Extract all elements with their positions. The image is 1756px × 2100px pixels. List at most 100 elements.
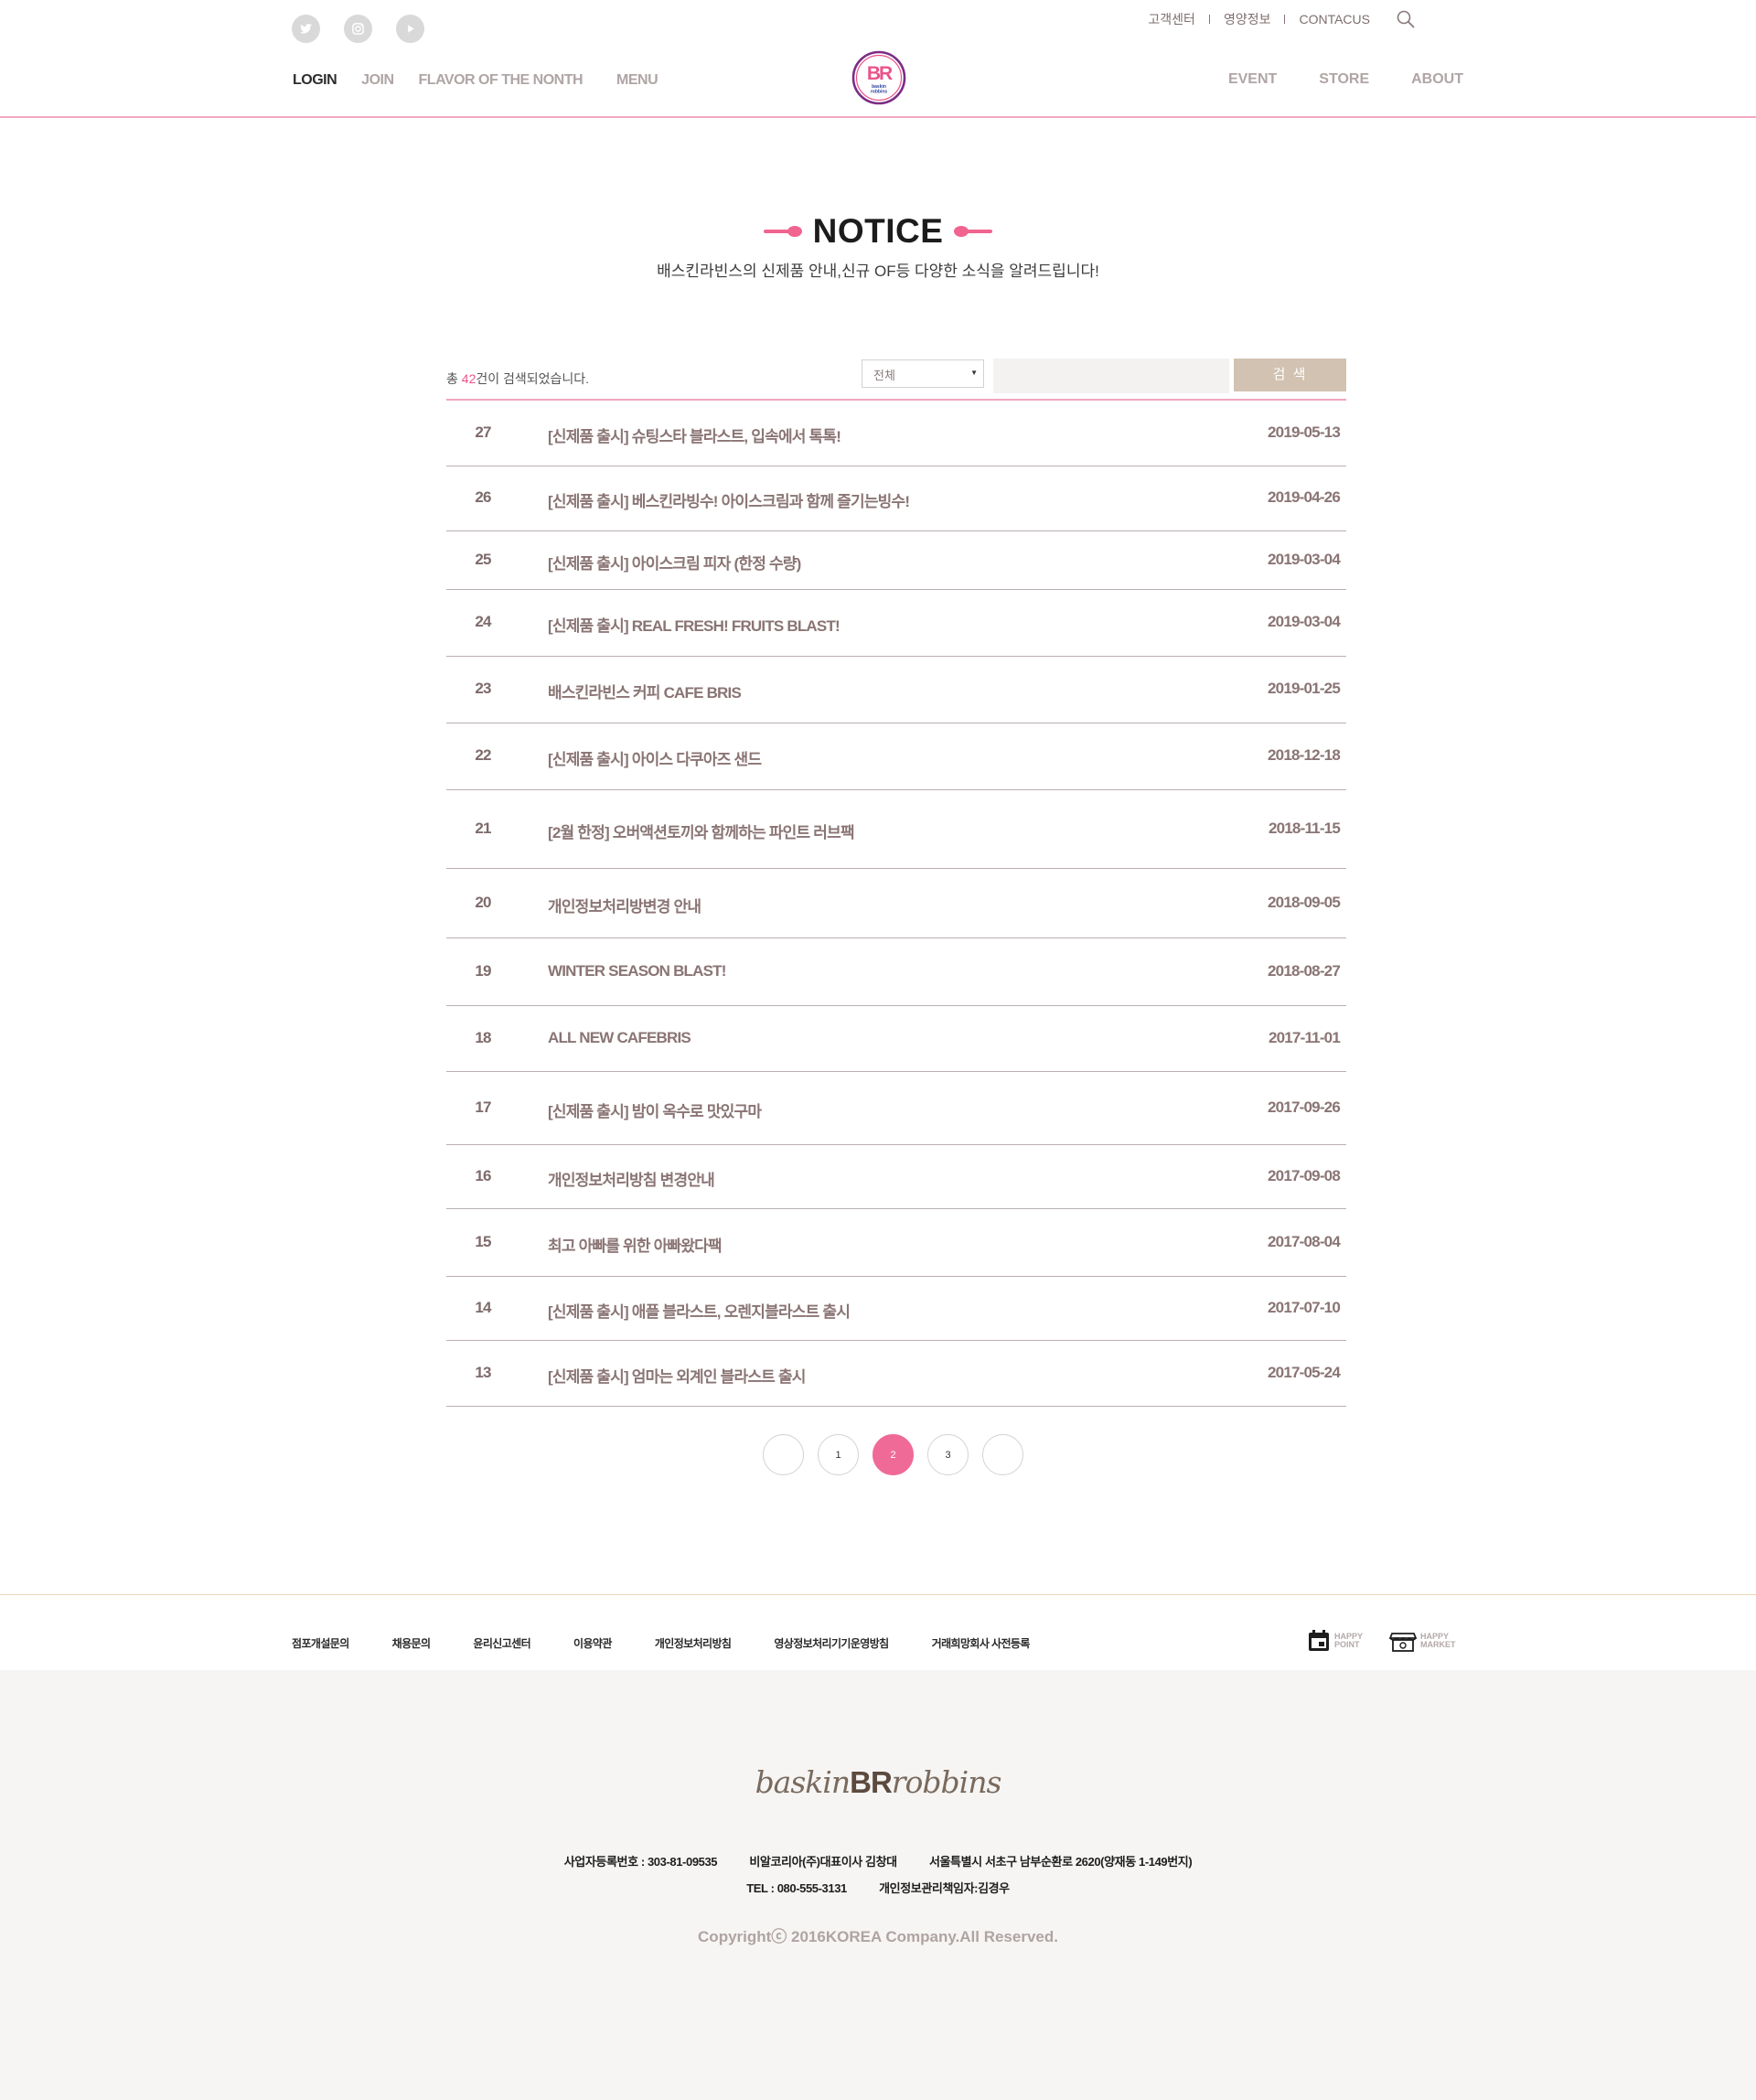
notice-title-link[interactable]: ALL NEW CAFEBRIS	[548, 1029, 691, 1047]
notice-row[interactable]: 22 [신제품 출시] 아이스 다쿠아즈 샌드 2018-12-18	[446, 723, 1346, 790]
notice-date: 2019-03-04	[1268, 551, 1341, 568]
notice-title-link[interactable]: 배스킨라빈스 커피 CAFE BRIS	[548, 680, 742, 702]
notice-number: 19	[475, 962, 491, 980]
notice-row[interactable]: 17 [신제품 출시] 밤이 옥수로 맛있구마 2017-09-26	[446, 1072, 1346, 1145]
notice-number: 20	[475, 894, 491, 911]
svg-text:BR: BR	[867, 63, 893, 84]
footer-link-store-inquiry[interactable]: 점포개설문의	[292, 1635, 349, 1651]
notice-row[interactable]: 20 개인정보처리방변경 안내 2018-09-05	[446, 869, 1346, 938]
notice-date: 2019-03-04	[1268, 613, 1341, 630]
nav-menu[interactable]: MENU	[616, 72, 658, 89]
footer-divider	[0, 1594, 1756, 1595]
social-links	[292, 15, 424, 43]
footer-link-vendor-register[interactable]: 거래희망회사 사전등록	[932, 1635, 1031, 1651]
twitter-icon[interactable]	[292, 15, 320, 43]
page-button-1[interactable]: 1	[818, 1434, 859, 1475]
search-input[interactable]	[993, 359, 1229, 393]
notice-row[interactable]: 18 ALL NEW CAFEBRIS 2017-11-01	[446, 1006, 1346, 1072]
page-title: NOTICE	[812, 212, 944, 250]
notice-date: 2017-09-08	[1268, 1167, 1341, 1184]
page-button-2-current[interactable]: 2	[873, 1434, 914, 1475]
notice-title-link[interactable]: [신제품 출시] 베스킨라빙수! 아이스크림과 함께 즐기는빙수!	[548, 488, 910, 511]
utility-nav: 고객센터 영양정보 CONTACUS	[1148, 9, 1416, 29]
notice-row[interactable]: 14 [신제품 출시] 애플 블라스트, 오렌지블라스트 출시 2017-07-10	[446, 1277, 1346, 1341]
instagram-icon[interactable]	[344, 15, 372, 43]
youtube-play-icon[interactable]	[396, 15, 424, 43]
notice-number: 26	[475, 488, 491, 506]
notice-date: 2018-12-18	[1268, 746, 1341, 764]
nav-join[interactable]: JOIN	[361, 72, 394, 89]
notice-title-link[interactable]: [신제품 출시] 아이스 다쿠아즈 샌드	[548, 746, 762, 769]
notice-row[interactable]: 27 [신제품 출시] 슈팅스타 블라스트, 입속에서 톡톡! 2019-05-13	[446, 401, 1346, 466]
notice-number: 22	[475, 746, 491, 764]
notice-title-link[interactable]: [신제품 출시] 슈팅스타 블라스트, 입속에서 톡톡!	[548, 423, 841, 446]
nav-flavor-of-the-month[interactable]: FLAVOR OF THE NONTH	[419, 72, 584, 89]
footer-logo: baskinBRrobbins	[755, 1764, 1002, 1800]
notice-title-link[interactable]: 최고 아빠를 위한 아빠왔다팩	[548, 1233, 723, 1256]
copyright: Copyrightⓒ 2016KOREA Company.All Reserve…	[698, 1928, 1058, 1945]
notice-title-link[interactable]: [신제품 출시] 엄마는 외계인 블라스트 출시	[548, 1364, 806, 1387]
happy-point-link[interactable]: HAPPY POINT	[1307, 1629, 1363, 1653]
notice-row[interactable]: 19 WINTER SEASON BLAST! 2018-08-27	[446, 938, 1346, 1006]
notice-row[interactable]: 13 [신제품 출시] 엄마는 외계인 블라스트 출시 2017-05-24	[446, 1341, 1346, 1407]
notice-number: 27	[475, 423, 491, 441]
footer-link-cctv-policy[interactable]: 영상정보처리기기운영방침	[774, 1635, 889, 1651]
notice-list: 27 [신제품 출시] 슈팅스타 블라스트, 입속에서 톡톡! 2019-05-13…	[446, 401, 1346, 1407]
footer-link-terms[interactable]: 이용약관	[573, 1635, 612, 1651]
baskin-robbins-logo[interactable]: BR baskin robbins	[851, 50, 906, 105]
notice-row[interactable]: 21 [2월 한정] 오버액션토끼와 함께하는 파인트 러브팩 2018-11-15	[446, 790, 1346, 869]
nav-login[interactable]: LOGIN	[293, 72, 337, 89]
search-category-select[interactable]: 전체	[862, 359, 984, 388]
notice-row[interactable]: 15 최고 아빠를 위한 아빠왔다팩 2017-08-04	[446, 1209, 1346, 1277]
notice-number: 25	[475, 551, 491, 568]
notice-date: 2019-01-25	[1268, 680, 1341, 697]
notice-row[interactable]: 23 배스킨라빈스 커피 CAFE BRIS 2019-01-25	[446, 657, 1346, 723]
notice-number: 17	[475, 1098, 491, 1116]
page-button-3[interactable]: 3	[927, 1434, 969, 1475]
notice-row[interactable]: 16 개인정보처리방침 변경안내 2017-09-08	[446, 1145, 1346, 1209]
nav-store[interactable]: STORE	[1319, 71, 1369, 88]
notice-number: 16	[475, 1167, 491, 1184]
footer-link-privacy[interactable]: 개인정보처리방침	[655, 1635, 732, 1651]
notice-row[interactable]: 26 [신제품 출시] 베스킨라빙수! 아이스크림과 함께 즐기는빙수! 2019-…	[446, 466, 1346, 531]
divider	[1284, 15, 1286, 24]
pagination: 1 2 3	[763, 1434, 1023, 1475]
notice-title-link[interactable]: [신제품 출시] 애플 블라스트, 오렌지블라스트 출시	[548, 1299, 851, 1322]
util-link-nutrition[interactable]: 영양정보	[1224, 10, 1271, 28]
search-button[interactable]: 검 색	[1234, 359, 1346, 391]
next-page-button[interactable]	[982, 1434, 1023, 1475]
notice-date: 2019-04-26	[1268, 488, 1341, 506]
notice-date: 2017-09-26	[1268, 1098, 1341, 1116]
notice-title-link[interactable]: [신제품 출시] 밤이 옥수로 맛있구마	[548, 1098, 762, 1121]
nav-event[interactable]: EVENT	[1228, 71, 1277, 88]
main-nav-left: LOGIN JOIN FLAVOR OF THE NONTH MENU	[293, 72, 682, 89]
search-icon[interactable]	[1396, 9, 1416, 29]
nav-about[interactable]: ABOUT	[1411, 71, 1463, 88]
footer-link-recruit[interactable]: 채용문의	[392, 1635, 431, 1651]
notice-row[interactable]: 25 [신제품 출시] 아이스크림 피자 (한정 수량) 2019-03-04	[446, 531, 1346, 590]
notice-number: 14	[475, 1299, 491, 1316]
prev-page-button[interactable]	[763, 1434, 804, 1475]
notice-number: 18	[475, 1029, 491, 1046]
notice-title-link[interactable]: 개인정보처리방침 변경안내	[548, 1167, 715, 1190]
notice-title-link[interactable]: [신제품 출시] 아이스크림 피자 (한정 수량)	[548, 551, 801, 573]
notice-date: 2017-08-04	[1268, 1233, 1341, 1250]
notice-row[interactable]: 24 [신제품 출시] REAL FRESH! FRUITS BLAST! 2019…	[446, 590, 1346, 657]
notice-number: 15	[475, 1233, 491, 1250]
result-count: 총 42건이 검색되었습니다.	[446, 371, 590, 386]
happy-market-link[interactable]: HAPPY MARKET	[1389, 1629, 1456, 1653]
notice-title-link[interactable]: 개인정보처리방변경 안내	[548, 894, 701, 916]
notice-date: 2017-11-01	[1268, 1029, 1341, 1046]
util-link-contact-us[interactable]: CONTACUS	[1299, 12, 1370, 27]
notice-title-link[interactable]: [2월 한정] 오버액션토끼와 함께하는 파인트 러브팩	[548, 820, 855, 842]
notice-date: 2019-05-13	[1268, 423, 1341, 441]
spoon-icon	[763, 226, 802, 237]
notice-number: 24	[475, 613, 491, 630]
notice-number: 13	[475, 1364, 491, 1381]
notice-date: 2018-08-27	[1268, 962, 1341, 980]
notice-title-link[interactable]: [신제품 출시] REAL FRESH! FRUITS BLAST!	[548, 613, 841, 636]
site-header: 고객센터 영양정보 CONTACUS LOGIN JOIN FLAVOR OF …	[0, 0, 1756, 118]
notice-title-link[interactable]: WINTER SEASON BLAST!	[548, 962, 726, 980]
util-link-customer-center[interactable]: 고객센터	[1148, 10, 1195, 28]
footer-link-ethics[interactable]: 윤리신고센터	[473, 1635, 530, 1651]
